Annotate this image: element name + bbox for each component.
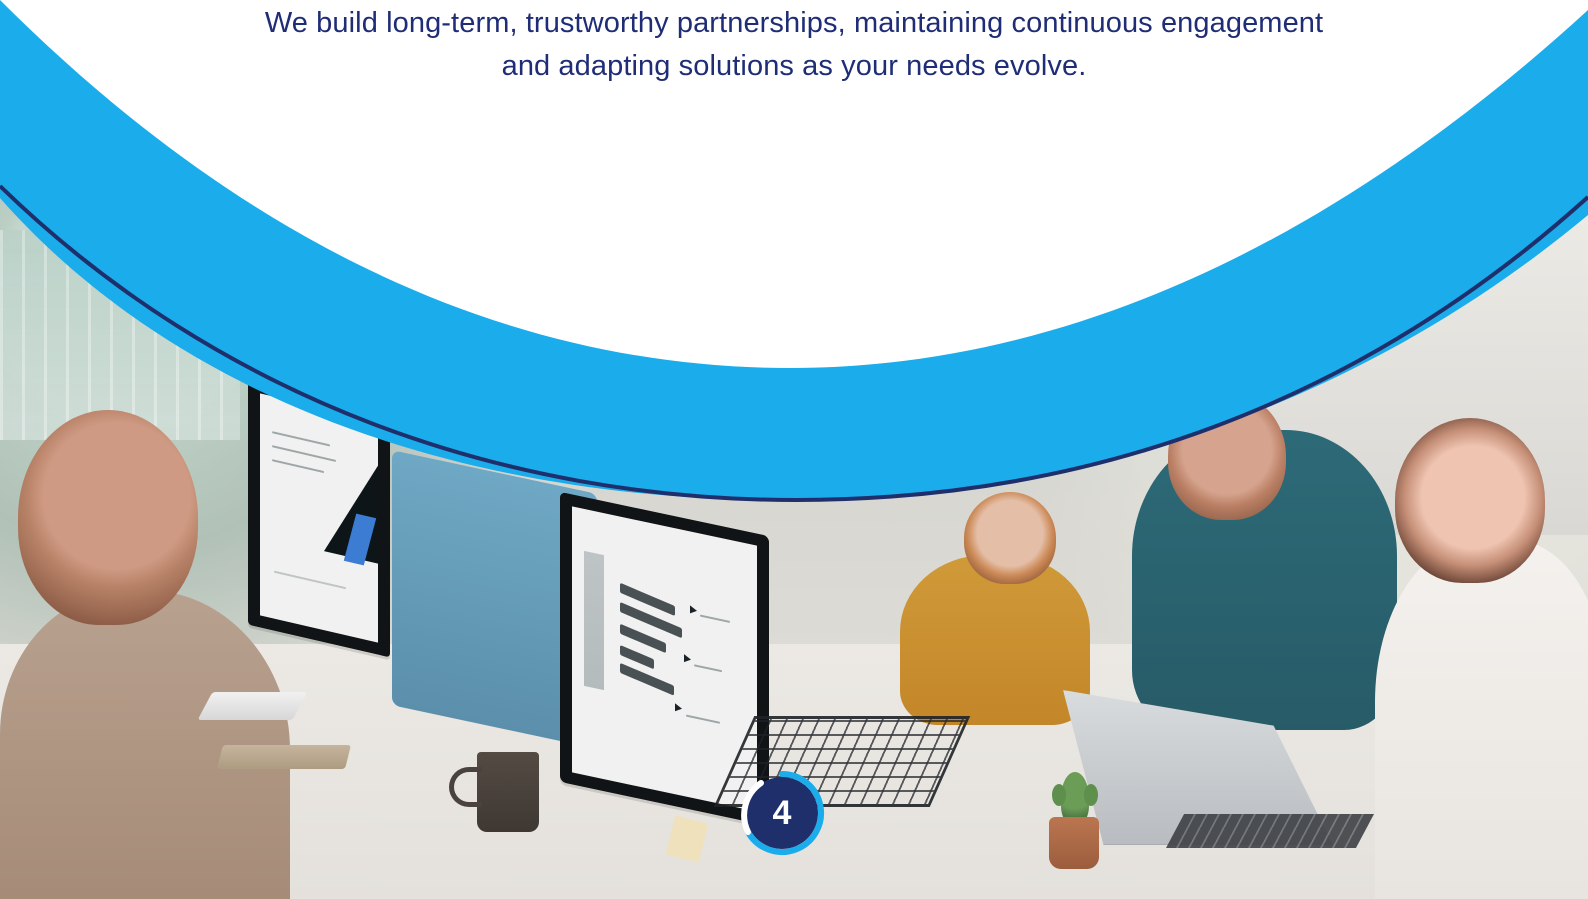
coffee-mug xyxy=(449,752,539,832)
page-root: We build long-term, trustworthy partners… xyxy=(0,0,1588,899)
person-right-head xyxy=(1168,392,1286,520)
center-monitor-line xyxy=(694,664,722,673)
office-photo-background xyxy=(0,0,1588,899)
center-monitor-bullet-icon xyxy=(684,654,691,664)
left-keyboard xyxy=(197,692,308,720)
left-monitor xyxy=(248,378,390,658)
left-monitor-line xyxy=(272,431,330,447)
left-monitor-line xyxy=(272,459,324,474)
page-number: 4 xyxy=(772,793,792,832)
person-far-right-head xyxy=(1395,418,1545,583)
center-monitor-line xyxy=(700,614,730,623)
paragraph-line-2: and adapting solutions as your needs evo… xyxy=(501,50,1087,82)
center-monitor-sidebar xyxy=(584,550,604,691)
page-number-badge: 4 xyxy=(739,770,825,856)
paragraph-line-1: We build long-term, trustworthy partners… xyxy=(264,7,1324,39)
plant-pot xyxy=(1049,817,1099,869)
window-foliage xyxy=(0,230,240,440)
person-center-head xyxy=(964,492,1056,584)
person-left-head xyxy=(18,410,198,625)
center-monitor-bullet-icon xyxy=(690,605,697,615)
center-monitor-bullet-icon xyxy=(675,703,682,713)
center-monitor-line xyxy=(686,714,720,724)
laptop-keyboard xyxy=(1165,814,1375,848)
intro-paragraph: We build long-term, trustworthy partners… xyxy=(0,0,1588,88)
desk-book xyxy=(217,745,351,769)
left-monitor-caption xyxy=(274,570,346,590)
center-monitor-heading-line xyxy=(620,662,674,696)
person-far-right-body xyxy=(1375,540,1588,899)
